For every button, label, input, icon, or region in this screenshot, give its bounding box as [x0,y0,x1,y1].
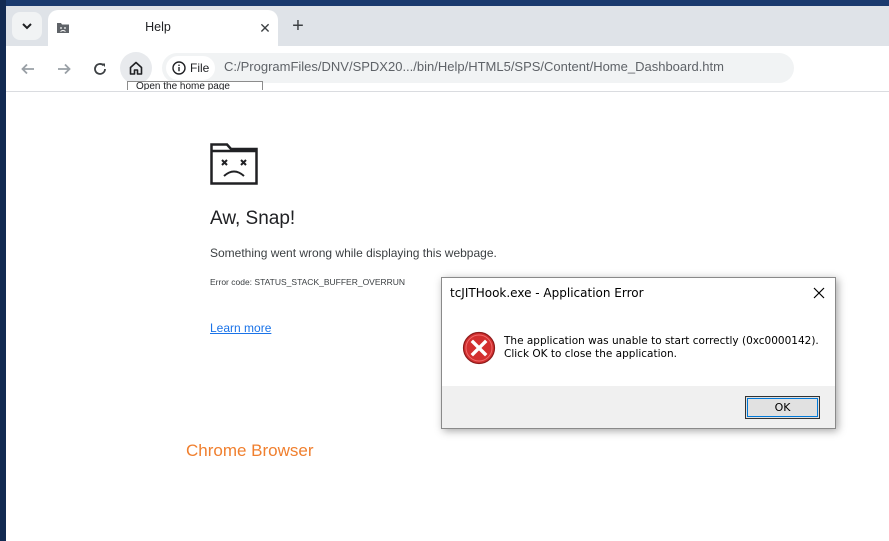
forward-button[interactable] [50,55,78,83]
tab-search-button[interactable] [12,12,42,40]
forward-arrow-icon [58,63,71,75]
annotation-label: Chrome Browser [186,441,314,460]
close-icon [813,287,825,299]
dialog-body: The application was unable to start corr… [442,308,835,386]
chevron-down-icon [22,23,32,30]
active-tab[interactable]: Help ✕ [48,10,278,46]
tab-strip: Help ✕ + [6,6,889,46]
dialog-message-line2: Click OK to close the application. [504,348,677,360]
reload-button[interactable] [86,55,114,83]
sad-tab-icon [210,143,258,185]
sad-folder-icon [57,23,69,33]
home-icon [129,61,143,75]
learn-more-link[interactable]: Learn more [210,321,271,335]
crash-title: Aw, Snap! [210,208,296,229]
tooltip-text: Open the home page [136,81,230,90]
scheme-label: File [190,61,210,75]
back-button[interactable] [14,55,42,83]
dialog-message-line1: The application was unable to start corr… [504,335,819,347]
reload-icon [94,63,106,75]
dialog-close-button[interactable] [806,282,832,304]
back-arrow-icon [21,63,34,75]
tab-title: Help [145,20,171,34]
address-bar[interactable]: File C:/ProgramFiles/DNV/SPDX20.../bin/H… [162,53,794,83]
tab-close-icon[interactable]: ✕ [256,19,274,37]
home-tooltip: Open the home page [127,81,263,90]
site-info-chip[interactable]: File [166,56,216,80]
new-tab-button[interactable]: + [286,14,310,38]
application-error-dialog: tcJITHook.exe - Application Error The ap… [441,277,836,429]
info-icon [172,61,186,75]
home-button[interactable] [120,52,152,84]
dialog-footer: OK [442,386,835,428]
ok-button[interactable]: OK [745,396,820,419]
url-text: C:/ProgramFiles/DNV/SPDX20.../bin/Help/H… [224,59,724,74]
error-x-icon [462,331,496,365]
error-code: Error code: STATUS_STACK_BUFFER_OVERRUN [210,277,406,287]
dialog-title: tcJITHook.exe - Application Error [450,286,644,300]
crash-message: Something went wrong while displaying th… [210,246,497,260]
